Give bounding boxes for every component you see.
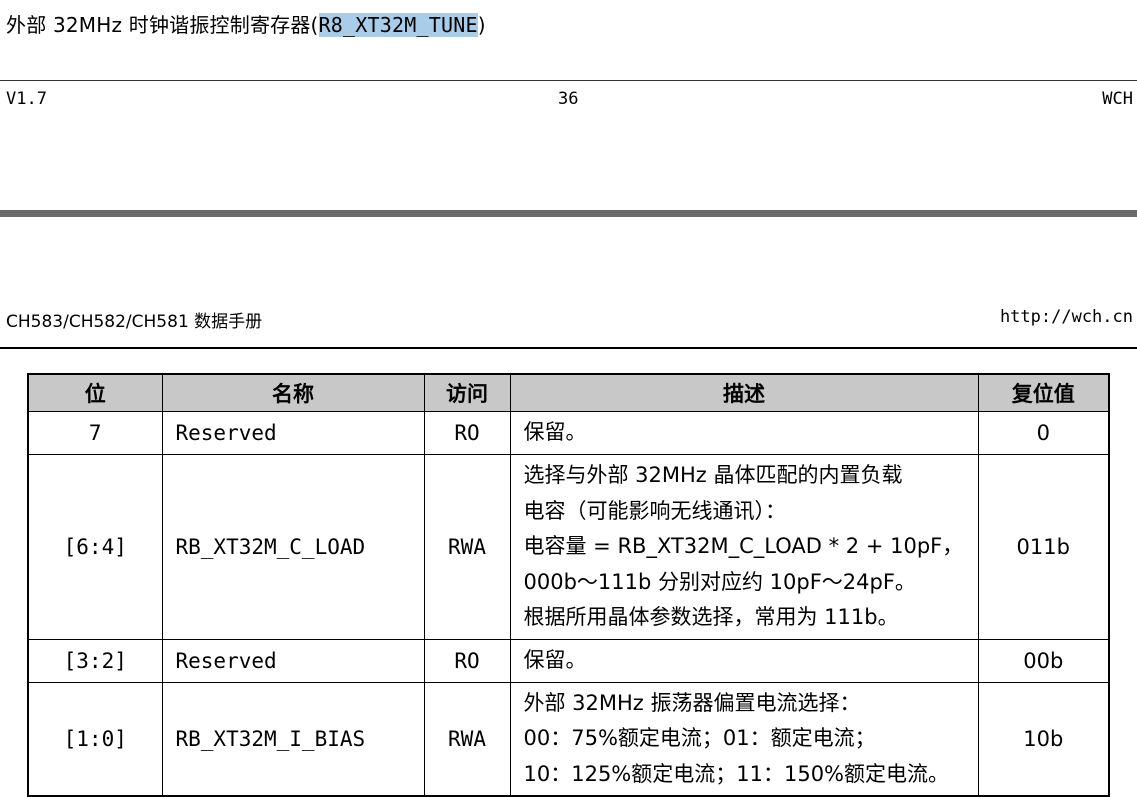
table-row: 7 Reserved RO 保留。 0 <box>27 411 1110 455</box>
section-title-suffix: ) <box>477 13 486 37</box>
table-row: [1:0] RB_XT32M_I_BIAS RWA 外部 32MHz 振荡器偏置… <box>27 681 1110 797</box>
header-divider <box>0 347 1137 349</box>
header-url[interactable]: http://wch.cn <box>1000 307 1133 327</box>
cell-description: 选择与外部 32MHz 晶体匹配的内置负载 电容（可能影响无线通讯）： 电容量 … <box>509 454 979 640</box>
cell-reset: 10b <box>977 681 1110 797</box>
footer-page-number: 36 <box>558 89 579 109</box>
cell-name: RB_XT32M_I_BIAS <box>161 681 425 797</box>
header-doc-title: CH583/CH582/CH581 数据手册 <box>6 312 263 332</box>
register-name-highlight[interactable]: R8_XT32M_TUNE <box>318 13 478 37</box>
cell-access: RWA <box>423 454 511 640</box>
cell-bit: 7 <box>27 411 163 455</box>
cell-description: 外部 32MHz 振荡器偏置电流选择： 00：75%额定电流；01：额定电流； … <box>509 681 979 797</box>
footer-company: WCH <box>1102 89 1133 109</box>
cell-access: RO <box>423 638 511 683</box>
cell-bit: [1:0] <box>27 681 163 797</box>
desc-line: 外部 32MHz 振荡器偏置电流选择： <box>523 690 861 715</box>
cell-name: RB_XT32M_C_LOAD <box>161 454 425 640</box>
desc-line: 根据所用晶体参数选择，常用为 111b。 <box>523 605 899 629</box>
col-header-access: 访问 <box>423 373 511 412</box>
table-row: [6:4] RB_XT32M_C_LOAD RWA 选择与外部 32MHz 晶体… <box>27 454 1110 640</box>
section-title-prefix: 外部 32MHz 时钟谐振控制寄存器( <box>6 13 319 37</box>
cell-name: Reserved <box>161 411 425 455</box>
desc-line: 10：125%额定电流；11：150%额定电流。 <box>523 761 950 786</box>
col-header-bit: 位 <box>27 373 163 412</box>
cell-reset: 0 <box>977 411 1110 455</box>
previous-page-section-title: 外部 32MHz 时钟谐振控制寄存器(R8_XT32M_TUNE) <box>6 9 486 38</box>
cell-description: 保留。 <box>509 638 979 683</box>
desc-line: 电容（可能影响无线通讯）： <box>523 498 787 523</box>
desc-line: 000b～111b 分别对应约 10pF～24pF。 <box>523 569 916 594</box>
footer-version: V1.7 <box>6 89 47 109</box>
cell-bit: [6:4] <box>27 454 163 640</box>
cell-reset: 011b <box>977 454 1110 640</box>
cell-bit: [3:2] <box>27 638 163 683</box>
desc-line: 选择与外部 32MHz 晶体匹配的内置负载 <box>523 463 903 487</box>
col-header-reset: 复位值 <box>977 373 1110 412</box>
desc-line: 保留。 <box>523 647 587 672</box>
desc-line: 00：75%额定电流；01：额定电流； <box>523 726 876 750</box>
cell-reset: 00b <box>977 638 1110 683</box>
desc-line: 保留。 <box>523 420 587 445</box>
cell-access: RO <box>423 411 511 455</box>
cell-access: RWA <box>423 681 511 797</box>
register-bit-table: 位 名称 访问 描述 复位值 7 Reserved RO 保留。 0 [6:4]… <box>27 373 1110 797</box>
cell-description: 保留。 <box>509 411 979 455</box>
col-header-name: 名称 <box>161 373 425 412</box>
table-row: [3:2] Reserved RO 保留。 00b <box>27 638 1110 683</box>
desc-line: 电容量 = RB_XT32M_C_LOAD * 2 + 10pF， <box>523 534 964 558</box>
footer-divider <box>0 80 1137 81</box>
col-header-description: 描述 <box>509 373 979 412</box>
page-break-bar <box>0 210 1137 217</box>
cell-name: Reserved <box>161 638 425 683</box>
table-header-row: 位 名称 访问 描述 复位值 <box>27 373 1110 412</box>
